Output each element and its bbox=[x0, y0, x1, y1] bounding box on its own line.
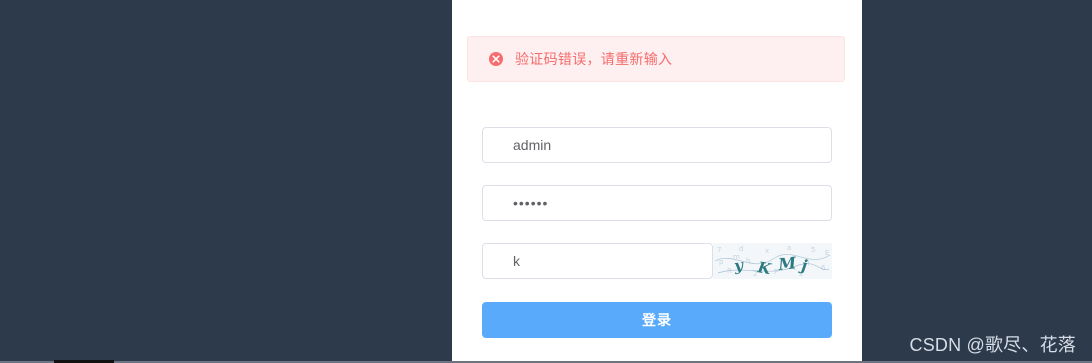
error-message: 验证码错误，请重新输入 bbox=[515, 51, 673, 67]
svg-text:x: x bbox=[765, 247, 769, 255]
captcha-graphic: 7Rd 2xP as5 6Ep hbq mc7 y K M j bbox=[713, 243, 832, 279]
username-field[interactable] bbox=[482, 127, 832, 163]
captcha-image[interactable]: 7Rd 2xP as5 6Ep hbq mc7 y K M j bbox=[713, 243, 832, 279]
password-field[interactable] bbox=[482, 185, 832, 221]
login-panel: 验证码错误，请重新输入 7Rd 2xP as5 6Ep hbq mc7 bbox=[452, 0, 862, 363]
csdn-watermark: CSDN @歌尽、花落 bbox=[909, 335, 1076, 355]
svg-text:P: P bbox=[774, 268, 778, 276]
svg-text:M: M bbox=[776, 253, 798, 274]
password-input[interactable] bbox=[483, 186, 831, 220]
error-circle-icon bbox=[489, 52, 503, 66]
login-button[interactable]: 登录 bbox=[482, 302, 832, 338]
svg-text:d: d bbox=[739, 245, 743, 253]
svg-text:a: a bbox=[787, 244, 791, 252]
error-alert: 验证码错误，请重新输入 bbox=[467, 36, 845, 82]
svg-text:h: h bbox=[746, 257, 750, 265]
username-input[interactable] bbox=[483, 128, 831, 162]
captcha-code-input[interactable] bbox=[483, 244, 712, 278]
svg-text:6: 6 bbox=[821, 264, 826, 272]
svg-text:7: 7 bbox=[717, 246, 721, 254]
svg-text:5: 5 bbox=[811, 246, 815, 254]
captcha-code-field[interactable] bbox=[482, 243, 713, 279]
